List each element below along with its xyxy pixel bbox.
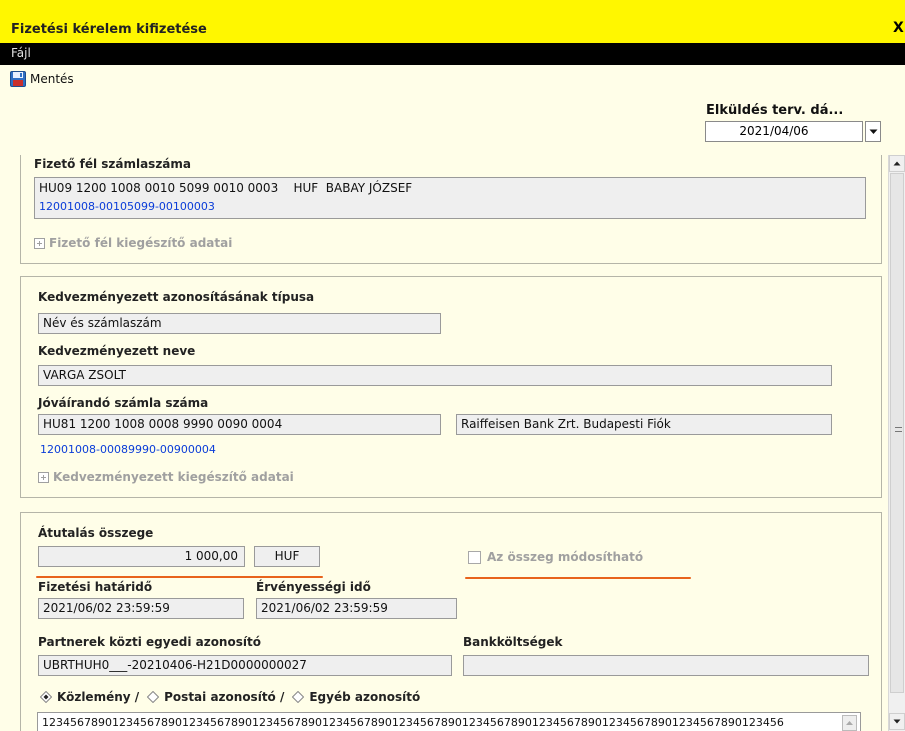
scroll-down-button[interactable] (889, 713, 905, 730)
beneficiary-extra-expander[interactable]: Kedvezményezett kiegészítő adatai (38, 470, 294, 484)
remittance-scroll-up[interactable] (842, 715, 857, 731)
beneficiary-panel: Kedvezményezett azonosításának típusa Né… (20, 276, 882, 498)
remittance-field[interactable]: 1234567890123456789012345678901234567890… (37, 712, 861, 731)
chevron-up-icon (846, 721, 853, 725)
payer-account-box: HU09 1200 1008 0010 5099 0010 0003 HUF B… (34, 177, 866, 219)
form-scroll-area: Fizető fél számlaszáma HU09 1200 1008 00… (0, 155, 888, 731)
annotation-underline-modifiable (465, 577, 691, 579)
beneficiary-bank-field: Raiffeisen Bank Zrt. Budapesti Fiók (456, 414, 832, 435)
radio-kozlemeny-label: Közlemény / (57, 690, 140, 704)
partner-id-field[interactable]: UBRTHUH0___-20210406-H21D0000000027 (38, 655, 452, 676)
modifiable-checkbox[interactable] (468, 550, 481, 564)
chevron-up-icon (893, 161, 901, 166)
beneficiary-account-short[interactable]: 12001008-00089990-00900004 (40, 443, 216, 456)
plus-box-icon (34, 237, 45, 249)
payer-account-short[interactable]: 12001008-00105099-00100003 (39, 200, 215, 213)
partner-id-label: Partnerek közti egyedi azonosító (38, 635, 261, 649)
beneficiary-extra-label: Kedvezményezett kiegészítő adatai (53, 470, 294, 484)
bank-costs-field[interactable] (463, 655, 869, 676)
close-button[interactable]: X (893, 20, 905, 40)
beneficiary-name-field[interactable]: VARGA ZSOLT (38, 365, 832, 386)
payer-account-label: Fizető fél számlaszáma (34, 157, 192, 171)
scroll-thumb[interactable] (890, 173, 904, 693)
beneficiary-name-label: Kedvezményezett neve (38, 344, 196, 358)
chevron-down-icon (893, 719, 901, 724)
currency-field[interactable]: HUF (254, 546, 320, 567)
send-date-label: Elküldés terv. dá... (706, 103, 844, 118)
validity-field[interactable]: 2021/06/02 23:59:59 (256, 598, 457, 619)
amount-field[interactable]: 1 000,00 (38, 546, 245, 567)
modifiable-label: Az összeg módosítható (487, 550, 644, 564)
beneficiary-id-type-field[interactable]: Név és számlaszám (38, 313, 441, 334)
toolbar: Mentés (0, 65, 905, 93)
radio-postai-label: Postai azonosító / (164, 690, 285, 704)
validity-label: Érvényességi idő (256, 580, 371, 594)
beneficiary-id-type-label: Kedvezményezett azonosításának típusa (38, 290, 315, 304)
menu-bar: Fájl (0, 43, 905, 65)
send-date-dropdown-button[interactable] (865, 121, 881, 142)
annotation-underline-amount (36, 576, 323, 578)
save-button[interactable]: Mentés (10, 69, 74, 89)
bank-costs-label: Bankköltségek (463, 635, 563, 649)
payer-extra-label: Fizető fél kiegészítő adatai (49, 236, 233, 250)
radio-kozlemeny[interactable] (40, 691, 52, 703)
window-title: Fizetési kérelem kifizetése (11, 22, 207, 37)
scroll-grip-icon (895, 427, 902, 432)
deadline-field[interactable]: 2021/06/02 23:59:59 (38, 598, 244, 619)
radio-postai[interactable] (147, 691, 160, 703)
floppy-disk-icon (10, 71, 26, 87)
vertical-scrollbar[interactable] (888, 155, 905, 731)
header-area: Elküldés terv. dá... 2021/04/06 (0, 93, 905, 155)
payer-account-line: HU09 1200 1008 0010 5099 0010 0003 HUF B… (39, 181, 413, 195)
beneficiary-account-field[interactable]: HU81 1200 1008 0008 9990 0090 0004 (38, 414, 441, 435)
payer-extra-expander[interactable]: Fizető fél kiegészítő adatai (34, 236, 232, 250)
title-bar: Fizetési kérelem kifizetése X (0, 0, 905, 43)
radio-egyeb[interactable] (292, 691, 305, 703)
payer-panel: Fizető fél számlaszáma HU09 1200 1008 00… (20, 155, 882, 264)
beneficiary-account-label: Jóváírandó számla száma (38, 396, 209, 410)
deadline-label: Fizetési határidő (38, 580, 153, 594)
send-date-select[interactable]: 2021/04/06 (705, 121, 863, 142)
modifiable-checkbox-row[interactable]: Az összeg módosítható (468, 550, 643, 564)
radio-egyeb-label: Egyéb azonosító (309, 690, 421, 704)
save-label: Mentés (30, 72, 74, 86)
plus-box-icon (38, 471, 49, 483)
scroll-up-button[interactable] (889, 155, 905, 172)
menu-file[interactable]: Fájl (11, 46, 31, 60)
remittance-type-radio-group: Közlemény / Postai azonosító / Egyéb azo… (40, 690, 428, 704)
amount-label: Átutalás összege (38, 526, 154, 540)
remittance-text: 1234567890123456789012345678901234567890… (42, 716, 784, 729)
